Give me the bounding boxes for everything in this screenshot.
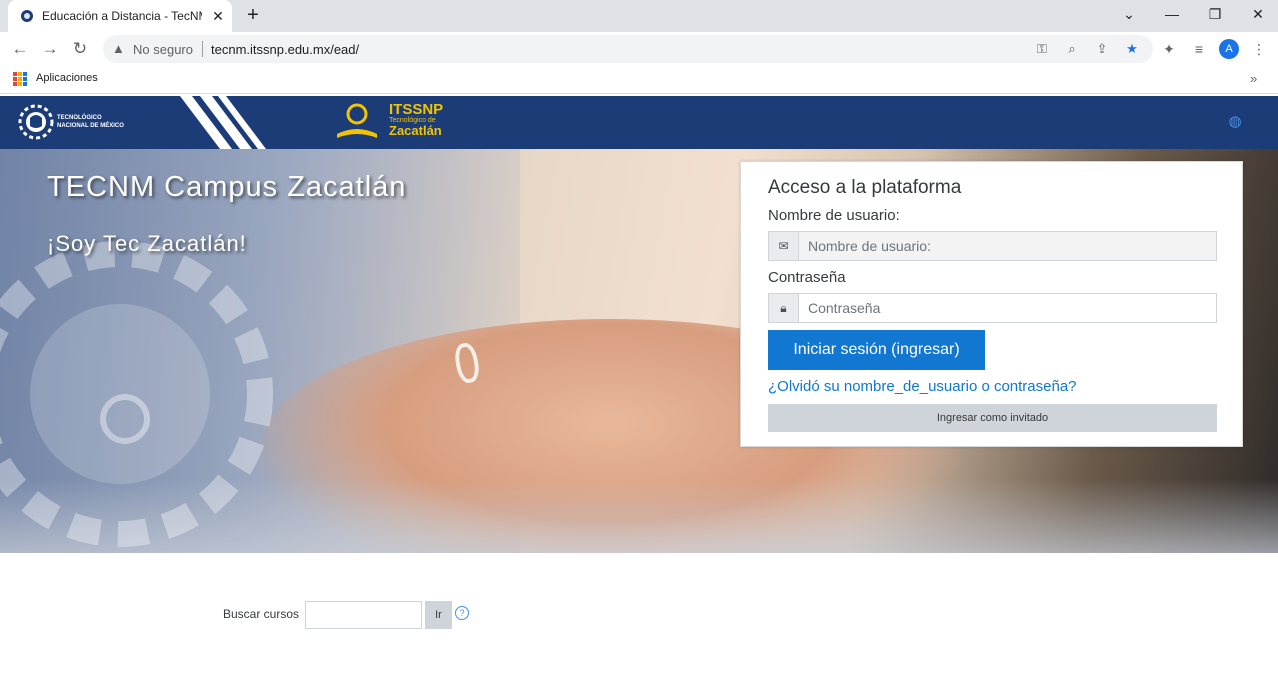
- tecnm-logo-icon[interactable]: [18, 98, 54, 146]
- new-tab-button[interactable]: +: [243, 5, 263, 25]
- username-group: ✉: [768, 231, 1217, 261]
- tab-search-icon[interactable]: ⌄: [1117, 4, 1141, 24]
- forward-icon[interactable]: →: [39, 38, 61, 60]
- username-label: Nombre de usuario:: [768, 207, 900, 224]
- security-status[interactable]: No seguro: [133, 42, 193, 57]
- bookmarks-more-icon[interactable]: »: [1250, 71, 1257, 86]
- forgot-password-link[interactable]: ¿Olvidó su nombre_de_usuario o contraseñ…: [768, 378, 1077, 395]
- itssnp-logo-icon[interactable]: [333, 100, 381, 140]
- zoom-icon[interactable]: ⌕: [1063, 40, 1081, 58]
- password-group: 🔒︎: [768, 293, 1217, 323]
- close-window-icon[interactable]: ✕: [1246, 4, 1270, 24]
- hero-title: TECNM Campus Zacatlán: [47, 171, 407, 203]
- browser-tab[interactable]: Educación a Distancia - TecNM C ✕: [8, 0, 232, 32]
- tecnm-wordmark: TECNOLÓGICO NACIONAL DE MÉXICO: [57, 115, 124, 129]
- profile-avatar[interactable]: A: [1219, 39, 1239, 59]
- restore-icon[interactable]: ❐: [1203, 4, 1227, 24]
- course-search-input[interactable]: [305, 601, 422, 629]
- login-title: Acceso a la plataforma: [768, 177, 962, 198]
- course-search-label: Buscar cursos: [223, 607, 300, 621]
- media-icon[interactable]: ≡: [1189, 39, 1209, 59]
- username-field[interactable]: [798, 231, 1217, 261]
- bookmark-star-icon[interactable]: ★: [1123, 40, 1141, 58]
- language-globe-icon[interactable]: ◍: [1226, 113, 1244, 131]
- minimize-icon[interactable]: —: [1160, 4, 1184, 24]
- apps-grid-icon[interactable]: [13, 72, 27, 86]
- extensions-icon[interactable]: ✦: [1159, 39, 1179, 59]
- bookmarks-bar: Aplicaciones »: [0, 66, 1278, 94]
- share-icon[interactable]: ⇪: [1093, 40, 1111, 58]
- login-card: Acceso a la plataforma Nombre de usuario…: [740, 161, 1243, 447]
- browser-tab-strip: Educación a Distancia - TecNM C ✕ + ⌄ — …: [0, 0, 1278, 32]
- itssnp-title: ITSSNP: [389, 101, 444, 118]
- password-field[interactable]: [798, 293, 1217, 323]
- url-text[interactable]: tecnm.itssnp.edu.mx/ead/: [211, 42, 359, 57]
- warning-icon[interactable]: ▲: [112, 41, 128, 57]
- reload-icon[interactable]: ↻: [69, 38, 91, 60]
- site-header: TECNOLÓGICO NACIONAL DE MÉXICO ITSSNP Te…: [0, 96, 1278, 149]
- course-search-button[interactable]: Ir: [425, 601, 452, 629]
- help-icon[interactable]: ?: [455, 606, 469, 620]
- hero-emblem-icon: [0, 241, 273, 547]
- back-icon[interactable]: ←: [9, 38, 31, 60]
- address-bar[interactable]: ▲ No seguro tecnm.itssnp.edu.mx/ead/ ⚿ ⌕…: [103, 35, 1153, 63]
- url-divider: [202, 41, 203, 57]
- login-button[interactable]: Iniciar sesión (ingresar): [768, 330, 985, 370]
- hero-subtitle: ¡Soy Tec Zacatlán!: [47, 231, 247, 256]
- browser-toolbar: ← → ↻ ▲ No seguro tecnm.itssnp.edu.mx/ea…: [0, 32, 1278, 66]
- header-stripes: [180, 96, 266, 149]
- tab-close-icon[interactable]: ✕: [210, 8, 226, 24]
- guest-login-button[interactable]: Ingresar como invitado: [768, 404, 1217, 432]
- tab-title: Educación a Distancia - TecNM C: [42, 9, 202, 23]
- menu-icon[interactable]: ⋮: [1249, 39, 1269, 59]
- itssnp-city: Zacatlán: [389, 123, 442, 138]
- lock-icon: 🔒︎: [768, 293, 799, 323]
- key-icon[interactable]: ⚿: [1033, 40, 1051, 58]
- password-label: Contraseña: [768, 269, 846, 286]
- site-favicon-icon: [21, 10, 33, 22]
- apps-bookmark[interactable]: Aplicaciones: [36, 72, 98, 84]
- envelope-icon: ✉: [768, 231, 799, 261]
